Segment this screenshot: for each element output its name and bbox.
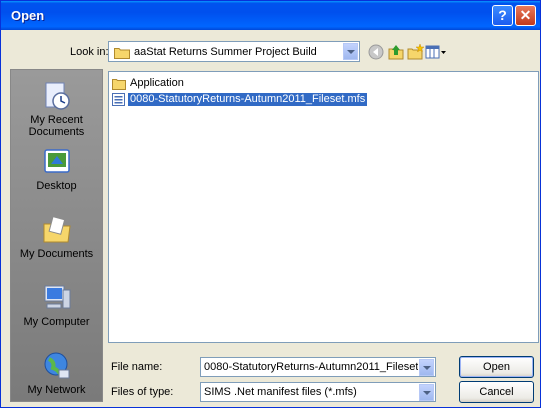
place-my-recent-documents[interactable]: My Recent Documents	[11, 80, 102, 138]
file-name-text: Application	[130, 77, 184, 89]
help-button[interactable]: ?	[492, 5, 513, 26]
look-in-combo[interactable]: aaStat Returns Summer Project Build	[108, 41, 360, 62]
place-desktop[interactable]: Desktop	[11, 146, 102, 192]
place-my-computer[interactable]: My Computer	[11, 282, 102, 328]
back-icon[interactable]	[367, 43, 385, 61]
up-one-level-icon[interactable]	[387, 43, 405, 61]
views-menu-icon[interactable]	[425, 43, 447, 61]
close-button[interactable]: ✕	[515, 5, 536, 26]
files-of-type-label: Files of type:	[111, 386, 174, 398]
place-label: My Network	[27, 384, 86, 396]
file-name-value: 0080-StatutoryReturns-Autumn2011_Fileset…	[204, 361, 418, 373]
file-name-field[interactable]: 0080-StatutoryReturns-Autumn2011_Fileset…	[200, 357, 436, 377]
folder-icon	[112, 79, 126, 90]
my-computer-icon	[44, 285, 70, 309]
manifest-file-icon	[112, 93, 125, 106]
place-label: My Documents	[19, 248, 94, 260]
look-in-label: Look in:	[70, 46, 109, 58]
my-network-icon	[44, 352, 69, 379]
place-label: My Recent Documents	[28, 114, 85, 138]
place-my-network[interactable]: My Network	[11, 350, 102, 396]
place-label: Desktop	[36, 180, 77, 192]
recent-documents-icon	[45, 82, 70, 110]
open-dialog: Open ? ✕ Look in: aaStat Returns Summer …	[0, 0, 541, 408]
my-documents-icon	[43, 216, 71, 243]
file-name-label: File name:	[111, 361, 163, 373]
files-of-type-value: SIMS .Net manifest files (*.mfs)	[204, 386, 357, 398]
folder-icon	[114, 48, 130, 59]
chevron-down-icon[interactable]	[419, 384, 434, 401]
cancel-button[interactable]: Cancel	[459, 381, 534, 403]
dialog-title: Open	[11, 8, 45, 23]
places-bar: My Recent Documents Desktop My Documents	[10, 69, 103, 402]
open-button[interactable]: Open	[459, 356, 534, 378]
close-icon: ✕	[519, 7, 532, 23]
chevron-down-icon[interactable]	[419, 359, 434, 376]
desktop-icon	[43, 149, 70, 173]
chevron-down-icon[interactable]	[343, 43, 358, 60]
create-new-folder-icon[interactable]	[407, 43, 425, 61]
place-my-documents[interactable]: My Documents	[11, 214, 102, 260]
files-of-type-select[interactable]: SIMS .Net manifest files (*.mfs)	[200, 382, 436, 402]
look-in-value: aaStat Returns Summer Project Build	[134, 46, 317, 58]
file-name-text: 0080-StatutoryReturns-Autumn2011_Fileset…	[128, 93, 368, 106]
file-list[interactable]: Application 0080-StatutoryReturns-Autumn…	[108, 71, 539, 343]
help-icon: ?	[498, 7, 507, 23]
title-bar[interactable]: Open ? ✕	[1, 1, 540, 30]
place-label: My Computer	[23, 316, 90, 328]
